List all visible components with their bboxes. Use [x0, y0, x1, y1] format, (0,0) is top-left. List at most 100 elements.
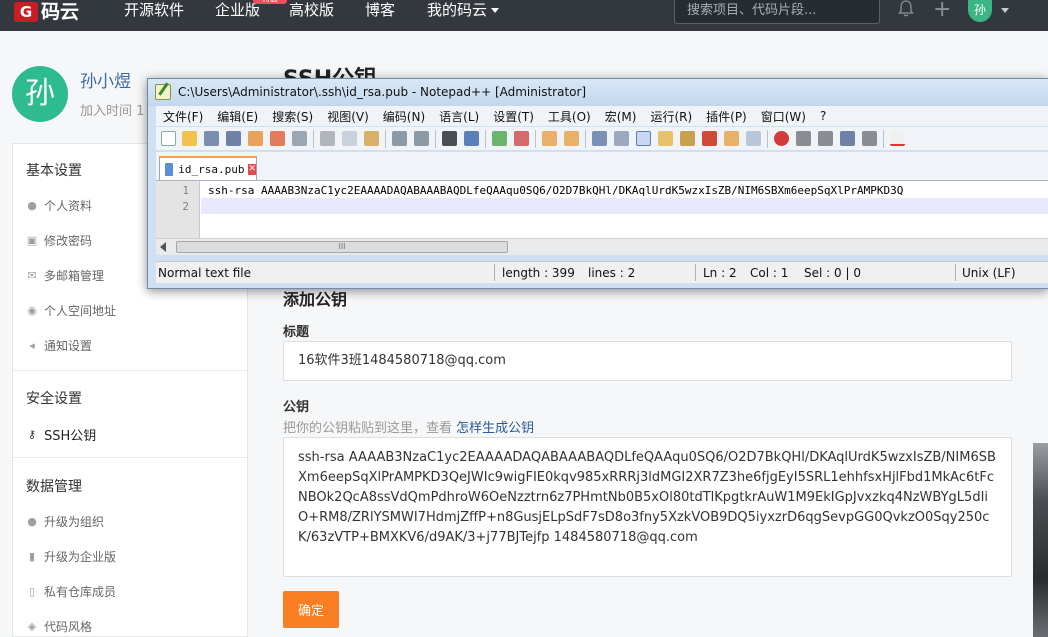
sidebar-item-upgrade-enterprise[interactable]: ▮ 升级为企业版 [26, 548, 116, 565]
top-navbar: G 码云 开源软件 企业版 特惠 高校版 博客 我的码云 搜索项目、代码片段..… [0, 0, 1048, 31]
sidebar-item-space-address[interactable]: ◉ 个人空间地址 [26, 302, 116, 319]
scroll-left-icon[interactable] [160, 242, 166, 252]
copy-icon[interactable] [342, 131, 357, 146]
sidebar-item-emails[interactable]: ✉ 多邮箱管理 [26, 267, 104, 284]
sidebar-item-label: 升级为组织 [44, 515, 105, 529]
menu-plugins[interactable]: 插件(P) [699, 108, 754, 125]
user-lang-icon[interactable] [658, 131, 673, 146]
toolbar-separator [883, 130, 884, 148]
zoom-in-icon[interactable] [492, 131, 507, 146]
key-title-input[interactable]: 16软件3班1484580718@qq.com [283, 341, 1012, 381]
doc-map-icon[interactable] [680, 131, 695, 146]
sidebar-item-password[interactable]: ▣ 修改密码 [26, 232, 92, 249]
menu-run[interactable]: 运行(R) [643, 108, 699, 125]
menu-settings[interactable]: 设置(T) [486, 108, 541, 125]
sidebar-item-notifications[interactable]: ◂ 通知设置 [26, 337, 92, 354]
profile-avatar[interactable]: 孙 [12, 66, 68, 122]
status-length: length : 399 [502, 266, 575, 280]
repo-icon: ▯ [28, 584, 36, 598]
run-macro-multiple-icon[interactable] [840, 131, 855, 146]
nav-blog[interactable]: 博客 [365, 0, 395, 20]
menu-search[interactable]: 搜索(S) [265, 108, 320, 125]
print-icon[interactable] [292, 131, 307, 146]
toolbar-separator [435, 130, 436, 148]
sidebar-item-private-members[interactable]: ▯ 私有仓库成员 [26, 583, 116, 600]
save-all-icon[interactable] [226, 131, 241, 146]
tab-label: id_rsa.pub [178, 162, 245, 176]
plus-icon[interactable]: + [933, 0, 951, 21]
status-line-number: Ln : 2 [703, 266, 737, 280]
user-avatar[interactable]: 孙 [968, 0, 992, 22]
toolbar-separator [535, 130, 536, 148]
status-selection: Sel : 0 | 0 [804, 266, 861, 280]
save-macro-icon[interactable] [862, 131, 877, 146]
show-all-chars-icon[interactable] [614, 131, 629, 146]
chevron-down-icon[interactable] [1001, 8, 1009, 13]
open-folder-icon[interactable] [182, 131, 197, 146]
paste-icon[interactable] [364, 131, 379, 146]
sync-horizontal-icon[interactable] [564, 131, 579, 146]
save-icon[interactable] [204, 131, 219, 146]
confirm-button[interactable]: 确定 [283, 591, 339, 628]
file-saved-icon [165, 162, 174, 176]
gitee-logo[interactable]: G 码云 [14, 0, 79, 24]
replace-icon[interactable] [464, 131, 479, 146]
scrollbar-thumb[interactable]: III [176, 241, 508, 253]
cut-icon[interactable] [320, 131, 335, 146]
close-file-icon[interactable] [248, 131, 263, 146]
speaker-icon: ◂ [29, 338, 35, 352]
spell-check-icon[interactable] [890, 131, 905, 146]
function-list-icon[interactable] [702, 131, 717, 146]
status-column: Col : 1 [750, 266, 789, 280]
sidebar-item-upgrade-org[interactable]: ● 升级为组织 [26, 513, 104, 530]
envelope-icon: ✉ [27, 268, 37, 282]
chevron-down-icon [491, 8, 500, 13]
menu-window[interactable]: 窗口(W) [754, 108, 813, 125]
notepad-tabstrip: id_rsa.pub ✕ [156, 152, 1048, 180]
profile-name[interactable]: 孙小煜 [80, 67, 131, 92]
undo-icon[interactable] [392, 131, 407, 146]
menu-language[interactable]: 语言(L) [432, 108, 486, 125]
sync-vertical-icon[interactable] [542, 131, 557, 146]
menu-file[interactable]: 文件(F) [156, 108, 210, 125]
search-input[interactable]: 搜索项目、代码片段... [674, 0, 880, 24]
play-macro-icon[interactable] [818, 131, 833, 146]
folder-workspace-icon[interactable] [724, 131, 739, 146]
nav-opensource[interactable]: 开源软件 [124, 0, 184, 20]
sidebar-item-profile[interactable]: ● 个人资料 [26, 197, 92, 214]
record-macro-icon[interactable] [774, 131, 789, 146]
notepad-editor[interactable]: 1 2 ssh-rsa AAAAB3NzaC1yc2EAAAADAQABAAAB… [156, 180, 1048, 238]
key-icon: ⚷ [27, 427, 37, 441]
menu-encoding[interactable]: 编码(N) [376, 108, 432, 125]
sidebar-item-ssh-keys[interactable]: ⚷ SSH公钥 [26, 425, 96, 444]
monitor-icon[interactable] [746, 131, 761, 146]
notepad-plus-plus-window[interactable]: C:\Users\Administrator\.ssh\id_rsa.pub -… [147, 78, 1048, 289]
stop-macro-icon[interactable] [796, 131, 811, 146]
new-file-icon[interactable] [161, 131, 176, 146]
find-icon[interactable] [442, 131, 457, 146]
nav-my-gitee[interactable]: 我的码云 [427, 0, 500, 20]
menu-edit[interactable]: 编辑(E) [210, 108, 265, 125]
close-icon[interactable]: ✕ [248, 163, 256, 175]
word-wrap-icon[interactable] [592, 131, 607, 146]
how-to-generate-key-link[interactable]: 怎样生成公钥 [456, 421, 534, 436]
editor-line-1[interactable]: ssh-rsa AAAAB3NzaC1yc2EAAAADAQABAAABAQDL… [208, 184, 903, 197]
menu-macro[interactable]: 宏(M) [598, 108, 644, 125]
tab-id-rsa-pub[interactable]: id_rsa.pub ✕ [159, 156, 257, 180]
sidebar-item-label: 代码风格 [44, 620, 93, 634]
public-key-textarea[interactable]: ssh-rsa AAAAB3NzaC1yc2EAAAADAQABAAABAQDL… [283, 437, 1012, 577]
zoom-out-icon[interactable] [514, 131, 529, 146]
close-all-icon[interactable] [270, 131, 285, 146]
nav-education[interactable]: 高校版 [289, 0, 334, 20]
notepad-titlebar[interactable]: C:\Users\Administrator\.ssh\id_rsa.pub -… [148, 79, 1048, 106]
indent-guide-icon[interactable] [636, 131, 651, 146]
bell-icon[interactable] [897, 0, 915, 18]
menu-tools[interactable]: 工具(O) [541, 108, 598, 125]
redo-icon[interactable] [414, 131, 429, 146]
status-eol: Unix (LF) [962, 266, 1016, 280]
menu-view[interactable]: 视图(V) [320, 108, 376, 125]
horizontal-scrollbar[interactable]: III [156, 238, 1048, 255]
current-line-highlight [201, 198, 1048, 214]
sidebar-item-code-style[interactable]: ◈ 代码风格 [26, 618, 92, 635]
menu-help[interactable]: ? [813, 109, 833, 123]
